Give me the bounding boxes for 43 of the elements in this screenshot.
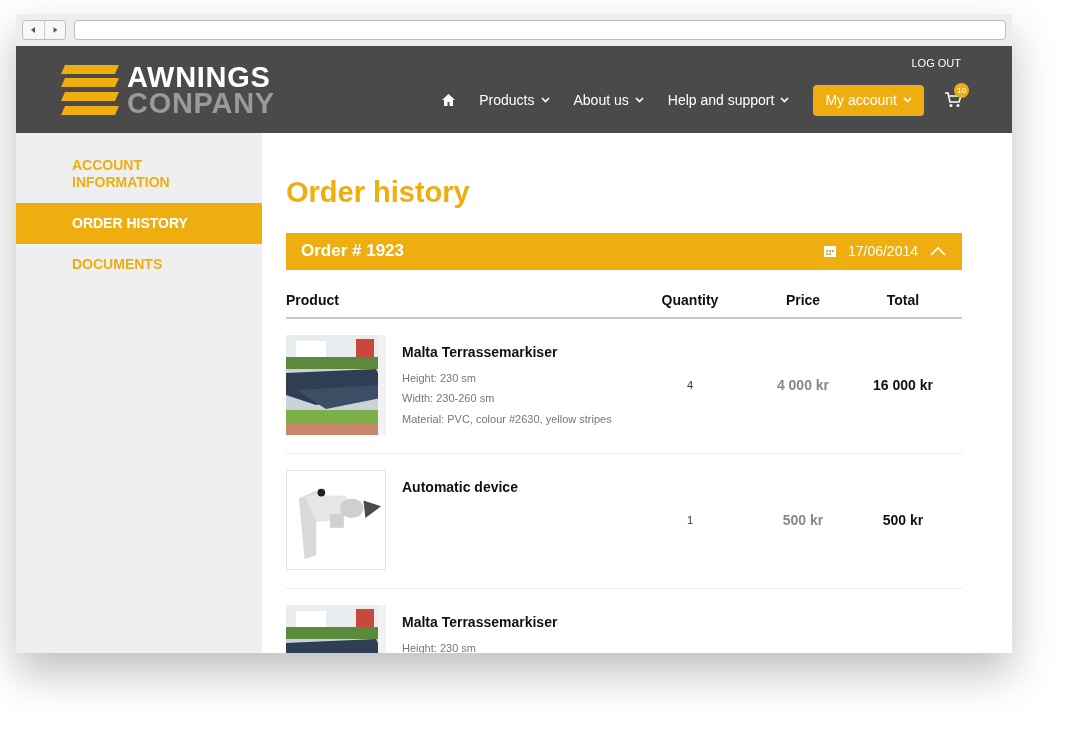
- cart-icon[interactable]: [944, 92, 962, 108]
- quantity-cell-text: 4: [686, 378, 694, 394]
- product-name: Malta Terrassemarkiser: [402, 342, 559, 362]
- product-name: Malta Terrassemarkiser: [402, 612, 558, 632]
- home-icon[interactable]: [442, 94, 456, 106]
- chevron-down-icon: [634, 97, 644, 103]
- price-cell-text: 500 kr: [782, 511, 824, 530]
- total-cell-text: 16 000 kr: [873, 376, 933, 395]
- order-title: Order # 1923: [301, 240, 404, 263]
- sidebar-item[interactable]: DOCUMENTS: [16, 244, 262, 285]
- chevron-down-icon: [780, 97, 790, 103]
- product-detail: Width: 230-260 sm: [402, 391, 496, 406]
- product-detail: Height: 230 sm: [402, 370, 477, 386]
- price-cell-text: 4 000 kr: [776, 376, 830, 395]
- order-header[interactable]: Order # 1923 17/06/2014: [286, 232, 962, 270]
- back-forward-buttons[interactable]: [22, 20, 66, 40]
- nav-menu-item[interactable]: Products: [479, 89, 550, 111]
- calendar-icon: [823, 245, 836, 257]
- address-bar[interactable]: [74, 20, 1006, 40]
- logo-subtitle: CONPANY: [127, 89, 275, 116]
- quantity-cell-text: 1: [686, 513, 694, 529]
- column-header: Product: [286, 290, 340, 310]
- chevron-down-icon: [540, 97, 550, 103]
- product-detail: Material: PVC, colour #2630, yellow stripes: [402, 411, 612, 427]
- column-header: Quantity: [661, 290, 719, 310]
- column-header: Total: [886, 290, 920, 310]
- cart-count-badge: 10: [954, 83, 969, 98]
- chevron-down-icon: [903, 97, 912, 103]
- column-header: Price: [785, 290, 821, 310]
- sidebar-item[interactable]: ORDER HISTORY: [16, 203, 262, 244]
- chevron-up-icon[interactable]: [930, 246, 946, 256]
- account-button[interactable]: My account: [813, 84, 924, 116]
- total-cell-text: 500 kr: [882, 511, 924, 530]
- logout-link[interactable]: LOG OUT: [911, 55, 961, 72]
- nav-menu-item[interactable]: Help and support: [667, 89, 790, 111]
- page-title: Order history: [286, 175, 471, 210]
- sidebar-item[interactable]: ACCOUNT INFORMATION: [16, 145, 262, 203]
- logo-title: AWNINGS: [127, 63, 272, 90]
- product-name: Automatic device: [402, 477, 518, 497]
- logo-stripes-icon: [61, 64, 119, 115]
- nav-menu-item[interactable]: About us: [573, 89, 644, 111]
- order-date: 17/06/2014: [847, 241, 918, 261]
- product-detail: Height: 230 sm: [402, 640, 477, 653]
